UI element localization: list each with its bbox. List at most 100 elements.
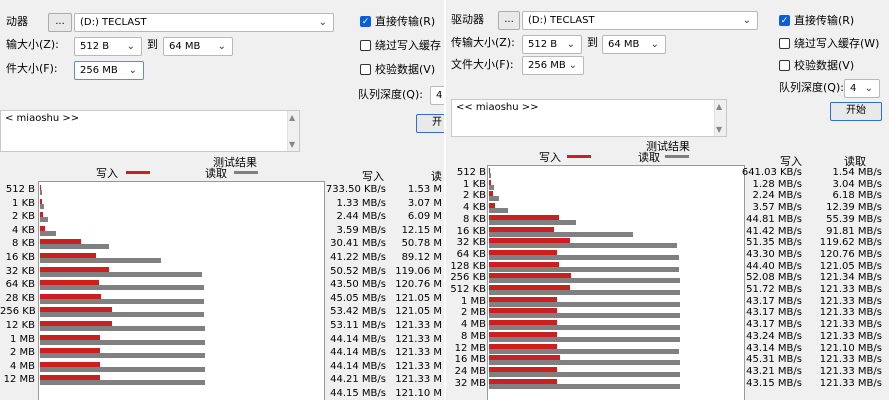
read-speed-value: 3.04 MB/s	[832, 178, 882, 190]
size-label: 16 KB	[456, 225, 486, 237]
read-bar	[489, 336, 680, 342]
size-label: 24 MB	[454, 365, 486, 377]
size-label: 128 KB	[450, 260, 486, 272]
read-bar	[40, 353, 205, 359]
scrollbar[interactable]: ▲ ▼	[287, 111, 299, 151]
queue-depth-value: 4	[436, 90, 443, 101]
write-speed-value: 733.50 KB/s	[325, 184, 386, 195]
write-speed-value: 43.17 MB/s	[746, 295, 802, 307]
read-bar	[40, 203, 45, 209]
write-speed-value: 44.40 MB/s	[746, 260, 802, 272]
read-bar	[40, 312, 205, 318]
browse-button[interactable]: ...	[48, 13, 72, 32]
read-speed-value: 121.34 MB/s	[819, 272, 882, 284]
chevron-down-icon: ⌄	[217, 41, 226, 52]
read-speed-value: 121.33 MB/s	[819, 365, 882, 377]
file-size-label: 文件大小(F):	[451, 58, 514, 71]
transfer-from-select[interactable]: 512 B ⌄	[74, 37, 142, 56]
transfer-from-select[interactable]: 512 B ⌄	[522, 35, 582, 54]
file-size-value: 256 MB	[80, 65, 118, 76]
direct-io-checkbox[interactable]: ✓	[779, 15, 790, 26]
chevron-down-icon: ⌄	[864, 83, 873, 94]
read-bar	[489, 196, 499, 202]
read-speed-value: 55.39 MB/s	[826, 213, 882, 225]
bypass-cache-checkbox[interactable]	[779, 38, 790, 49]
start-button[interactable]: 开始	[830, 102, 882, 121]
transfer-size-label: 输大小(Z):	[6, 38, 59, 51]
direct-io-label: 直接传输(R)	[794, 14, 855, 27]
transfer-from-value: 512 B	[80, 41, 110, 52]
size-label: 256 KB	[450, 272, 486, 284]
write-speed-value: 45.05 MB/s	[330, 292, 386, 304]
read-speed-value: 121.33 MB/s	[819, 319, 882, 331]
description-box[interactable]: << miaoshu >> ▲ ▼	[451, 99, 727, 137]
legend-write-swatch	[126, 171, 150, 174]
read-bar	[489, 313, 680, 319]
queue-depth-select[interactable]: 4 ⌄	[844, 79, 880, 98]
start-button[interactable]: 开	[416, 114, 444, 133]
size-label: 16 MB	[454, 354, 486, 366]
size-label: 1 MB	[9, 333, 35, 345]
file-size-select[interactable]: 256 MB ⌄	[522, 56, 584, 75]
size-label: 2 KB	[12, 211, 35, 223]
drive-select[interactable]: (D:) TECLAST ⌄	[522, 11, 758, 30]
write-speed-value: 52.08 MB/s	[746, 272, 802, 284]
write-speed-value: 641.03 KB/s	[741, 167, 802, 178]
read-speed-value: 1.53 M	[407, 184, 442, 195]
queue-depth-select[interactable]: 4	[430, 86, 444, 105]
write-speed-value: 44.14 MB/s	[330, 347, 386, 359]
read-speed-value: 12.39 MB/s	[826, 202, 882, 214]
file-size-select[interactable]: 256 MB ⌄	[74, 61, 144, 80]
chevron-down-icon: ⌄	[318, 17, 327, 28]
size-label: 16 KB	[5, 252, 35, 263]
scroll-down-icon: ▼	[289, 140, 296, 149]
verify-checkbox[interactable]	[360, 64, 371, 75]
transfer-to-select[interactable]: 64 MB ⌄	[602, 35, 666, 54]
bypass-cache-checkbox[interactable]	[360, 40, 371, 51]
transfer-size-label: 传输大小(Z):	[451, 36, 515, 49]
size-label: 512 KB	[450, 284, 486, 295]
read-speed-value: 91.81 MB/s	[826, 225, 882, 237]
write-speed-value: 3.59 MB/s	[336, 224, 386, 236]
read-speed-value: 121.33 MB/s	[819, 330, 882, 342]
drive-value: (D:) TECLAST	[80, 17, 147, 28]
size-label: 12 MB	[454, 342, 486, 354]
description-box[interactable]: < miaoshu >> ▲ ▼	[0, 110, 300, 152]
drive-label: 动器	[6, 15, 28, 28]
write-speed-value: 51.35 MB/s	[746, 237, 802, 249]
direct-io-checkbox[interactable]: ✓	[360, 16, 371, 27]
read-speed-value: 121.33 M	[395, 333, 442, 345]
read-bar	[40, 380, 205, 386]
chevron-down-icon: ⌄	[568, 60, 577, 71]
size-label: 28 KB	[5, 292, 35, 304]
scrollbar[interactable]: ▲ ▼	[714, 100, 726, 136]
legend-read-swatch	[665, 155, 689, 158]
read-bar	[40, 298, 205, 304]
verify-checkbox[interactable]	[779, 60, 790, 71]
read-bar	[40, 271, 202, 277]
size-label: 32 KB	[456, 237, 486, 249]
write-speed-value: 2.24 MB/s	[752, 190, 802, 202]
browse-button[interactable]: ...	[498, 11, 520, 30]
transfer-to-select[interactable]: 64 MB ⌄	[163, 37, 233, 56]
scroll-down-icon: ▼	[716, 125, 723, 134]
size-label: 512 B	[5, 184, 35, 195]
write-speed-value: 44.21 MB/s	[330, 374, 386, 386]
write-speed-value: 1.33 MB/s	[336, 197, 386, 209]
read-bar	[489, 325, 680, 331]
read-bar	[489, 219, 577, 225]
chevron-down-icon: ⌄	[126, 41, 135, 52]
size-label: 1 MB	[460, 295, 486, 307]
size-label: 8 KB	[12, 238, 35, 250]
write-speed-value: 43.24 MB/s	[746, 330, 802, 342]
read-bar	[489, 360, 680, 366]
scroll-up-icon: ▲	[716, 102, 723, 111]
chevron-down-icon: ⌄	[128, 65, 137, 76]
size-label: 2 MB	[9, 347, 35, 359]
read-speed-value: 1.54 MB/s	[832, 167, 882, 178]
read-bar	[489, 184, 494, 190]
read-bar	[489, 383, 680, 389]
read-bar	[40, 366, 205, 372]
read-bar	[489, 243, 677, 249]
drive-select[interactable]: (D:) TECLAST ⌄	[74, 13, 334, 32]
